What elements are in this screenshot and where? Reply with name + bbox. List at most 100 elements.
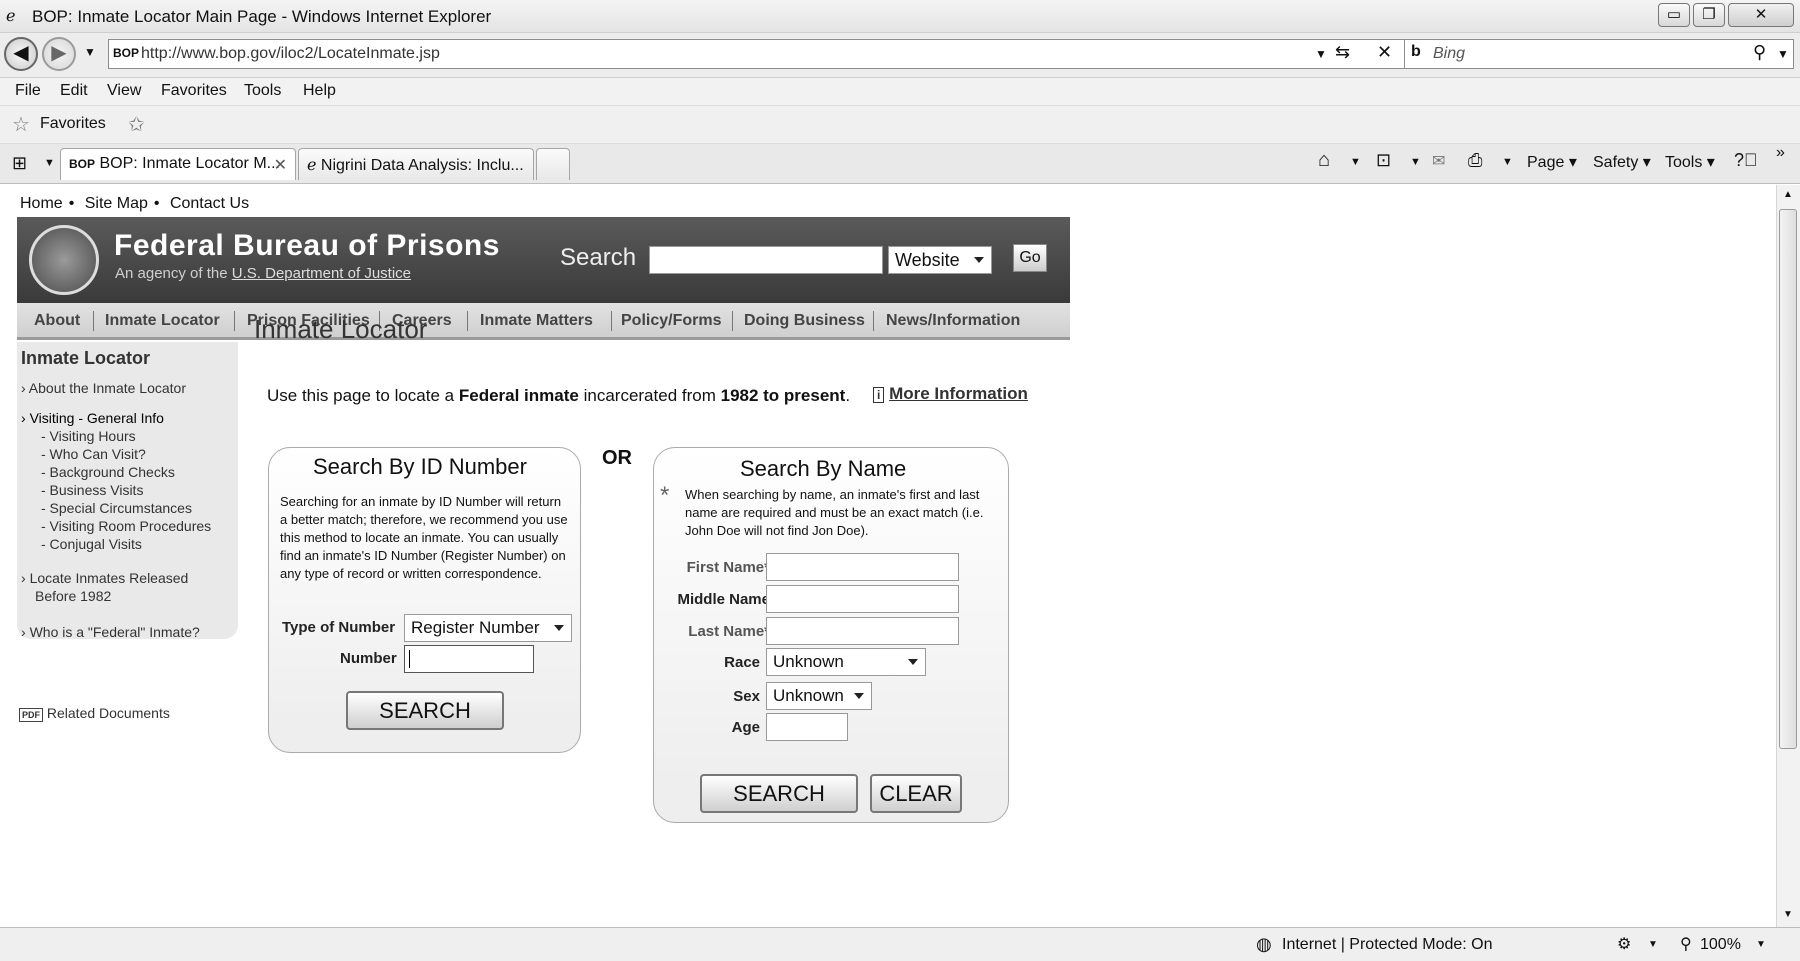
menu-favorites[interactable]: Favorites <box>161 82 227 100</box>
site-search-input[interactable] <box>649 246 883 274</box>
sidebar-item-released-before-1982[interactable]: › Locate Inmates Released <box>21 570 188 586</box>
stop-icon[interactable]: ✕ <box>1377 42 1392 63</box>
protected-mode-settings-icon[interactable]: ⚙ <box>1617 934 1631 954</box>
sidebar-item-label-line2[interactable]: Before 1982 <box>35 588 111 604</box>
back-button[interactable]: ◀ <box>4 37 38 71</box>
tab-list-dropdown-icon[interactable]: ▼ <box>44 157 55 169</box>
tab-second[interactable]: ℯ Nigrini Data Analysis: Inclu... <box>298 148 534 180</box>
nav-doing-business[interactable]: Doing Business <box>744 312 865 330</box>
race-select[interactable]: Unknown <box>766 648 926 676</box>
forward-button[interactable]: ▶ <box>42 37 76 71</box>
security-zone-text[interactable]: Internet | Protected Mode: On <box>1282 936 1493 954</box>
zoom-icon[interactable]: ⚲ <box>1680 934 1692 954</box>
menu-tools[interactable]: Tools <box>244 82 281 100</box>
sidebar-sub-special-circumstances[interactable]: - Special Circumstances <box>41 500 192 516</box>
tools-menu[interactable]: Tools ▾ <box>1665 152 1715 172</box>
sidebar-sub-background-checks[interactable]: - Background Checks <box>41 464 175 480</box>
home-icon[interactable]: ⌂ <box>1318 149 1330 172</box>
site-search-go-button[interactable]: Go <box>1013 244 1047 272</box>
doj-link[interactable]: U.S. Department of Justice <box>232 265 411 282</box>
chevron-more-icon[interactable]: » <box>1776 144 1785 162</box>
address-url[interactable]: http://www.bop.gov/iloc2/LocateInmate.js… <box>141 45 440 63</box>
sidebar-sub-business-visits[interactable]: - Business Visits <box>41 482 143 498</box>
nav-policy-forms[interactable]: Policy/Forms <box>621 312 721 330</box>
print-dropdown-icon[interactable]: ▼ <box>1502 156 1513 168</box>
close-tab-icon[interactable]: ✕ <box>274 155 287 175</box>
menu-view[interactable]: View <box>107 82 141 100</box>
page-menu[interactable]: Page ▾ <box>1527 152 1577 172</box>
more-information-link[interactable]: i More Information <box>873 384 1028 404</box>
search-icon[interactable]: ⚲ <box>1753 42 1766 63</box>
sidebar-sub-conjugal-visits[interactable]: - Conjugal Visits <box>41 536 142 552</box>
search-options-dropdown-icon[interactable]: ▼ <box>1777 47 1789 61</box>
clear-button[interactable]: CLEAR <box>870 774 962 813</box>
tab-label: BOP: Inmate Locator M... <box>99 155 280 172</box>
maximize-button[interactable]: ❐ <box>1693 3 1725 27</box>
intro-text: Use this page to locate a Federal inmate… <box>267 386 850 406</box>
menu-file[interactable]: File <box>15 82 41 100</box>
home-dropdown-icon[interactable]: ▼ <box>1350 156 1361 168</box>
site-title[interactable]: Federal Bureau of Prisons <box>114 229 500 263</box>
bop-seal-logo[interactable] <box>29 225 99 295</box>
address-dropdown-icon[interactable]: ▼ <box>1315 47 1327 61</box>
recent-pages-dropdown-icon[interactable]: ▼ <box>84 45 96 59</box>
nav-inmate-locator[interactable]: Inmate Locator <box>105 312 220 330</box>
search-by-id-button[interactable]: SEARCH <box>346 691 504 730</box>
zoom-dropdown-icon[interactable]: ▼ <box>1756 939 1766 950</box>
settings-dropdown-icon[interactable]: ▼ <box>1648 939 1658 950</box>
menu-edit[interactable]: Edit <box>60 82 88 100</box>
minimize-button[interactable]: ▭ <box>1658 3 1690 27</box>
number-input[interactable] <box>404 645 534 673</box>
help-icon[interactable]: ?⃝ <box>1734 150 1758 171</box>
sidebar-sub-visiting-hours[interactable]: - Visiting Hours <box>41 428 136 444</box>
nav-about[interactable]: About <box>34 312 80 330</box>
tab-active[interactable]: BOP BOP: Inmate Locator M... ✕ <box>60 148 296 180</box>
feeds-icon[interactable]: ⊡ <box>1376 150 1391 171</box>
scrollbar-thumb[interactable] <box>1779 209 1797 749</box>
contact-us-link[interactable]: Contact Us <box>170 195 249 212</box>
first-name-input[interactable] <box>766 553 959 581</box>
read-mail-icon[interactable]: ✉ <box>1432 151 1445 171</box>
last-name-input[interactable] <box>766 617 959 645</box>
sidebar-sub-who-can-visit[interactable]: - Who Can Visit? <box>41 446 146 462</box>
close-window-button[interactable]: ✕ <box>1728 3 1794 27</box>
nav-news-information[interactable]: News/Information <box>886 312 1020 330</box>
sidebar-item-about[interactable]: › About the Inmate Locator <box>21 380 186 396</box>
add-to-favorites-icon[interactable]: ✩ <box>128 112 145 137</box>
age-input[interactable] <box>766 713 848 741</box>
internet-globe-icon: ◍ <box>1256 934 1272 954</box>
forward-arrow-icon: ▶ <box>51 42 67 64</box>
sidebar-item-federal-inmate[interactable]: › Who is a "Federal" Inmate? <box>21 624 200 640</box>
type-of-number-select[interactable]: Register Number <box>404 614 572 642</box>
new-tab-button[interactable] <box>536 148 570 180</box>
compatibility-view-icon[interactable]: ⇆ <box>1335 42 1350 63</box>
safety-menu[interactable]: Safety ▾ <box>1593 152 1651 172</box>
sex-select[interactable]: Unknown <box>766 682 872 710</box>
site-map-link[interactable]: Site Map <box>85 195 148 212</box>
search-by-id-heading: Search By ID Number <box>313 454 527 479</box>
nav-inmate-matters[interactable]: Inmate Matters <box>480 312 593 330</box>
agency-prefix: An agency of the <box>115 265 228 282</box>
middle-name-input[interactable] <box>766 585 959 613</box>
zoom-level[interactable]: 100% <box>1700 936 1741 954</box>
scroll-up-icon[interactable]: ▲ <box>1783 189 1793 200</box>
search-box[interactable]: b Bing ⚲ ▼ <box>1404 39 1794 69</box>
favorites-star-icon[interactable]: ☆ <box>12 112 30 137</box>
site-search-scope-select[interactable]: Website <box>888 246 992 274</box>
sidebar-item-visiting[interactable]: › Visiting - General Info <box>21 410 164 426</box>
sidebar-sub-visiting-room-procedures[interactable]: - Visiting Room Procedures <box>41 518 211 534</box>
page-viewport: Home • Site Map • Contact Us Federal Burea… <box>0 185 1776 927</box>
scroll-down-icon[interactable]: ▼ <box>1783 909 1793 920</box>
feeds-dropdown-icon[interactable]: ▼ <box>1410 156 1421 168</box>
menu-help[interactable]: Help <box>303 82 336 100</box>
related-documents-link[interactable]: PDF Related Documents <box>19 705 170 722</box>
favorites-button[interactable]: Favorites <box>40 115 106 133</box>
vertical-scrollbar[interactable]: ▲ ▼ <box>1776 185 1800 927</box>
home-link[interactable]: Home <box>20 195 63 212</box>
quick-tabs-icon[interactable]: ⊞ <box>12 153 27 174</box>
address-bar[interactable]: BOP http://www.bop.gov/iloc2/LocateInmat… <box>108 39 1408 69</box>
search-engine-placeholder: Bing <box>1433 45 1466 62</box>
pdf-icon: PDF <box>19 708 43 722</box>
print-icon[interactable]: ⎙ <box>1468 150 1482 171</box>
search-by-name-button[interactable]: SEARCH <box>700 774 858 813</box>
